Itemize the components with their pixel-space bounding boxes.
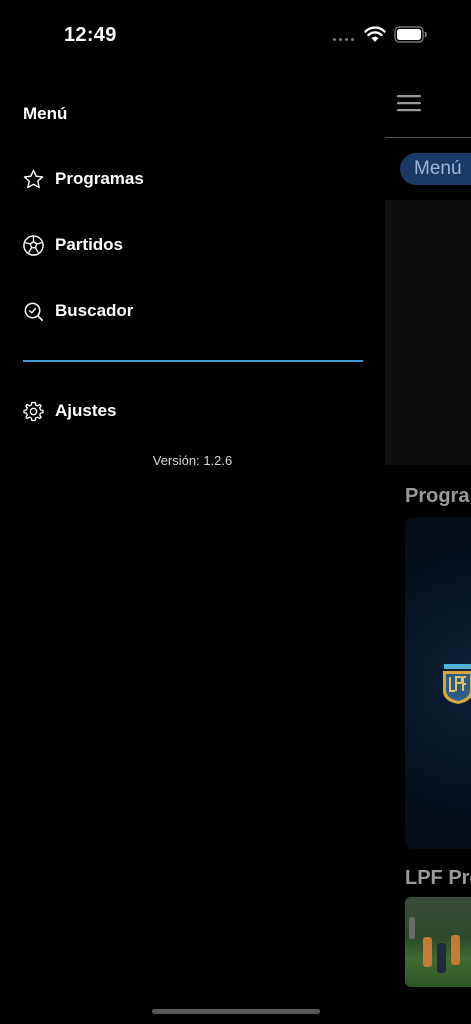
gear-icon [23,401,44,421]
menu-item-partidos[interactable]: Partidos [22,230,123,260]
home-indicator [152,1009,320,1014]
soccer-ball-icon [23,234,44,256]
menu-chip[interactable]: Menú [400,153,471,185]
status-bar: 12:49 [0,0,471,70]
player-figure [423,937,432,967]
status-time: 12:49 [64,24,117,46]
side-drawer: Menú Programas Partidos Buscador Ajustes… [0,70,385,1024]
hero-banner[interactable] [385,200,471,465]
main-content: Menú Progra LPF Pro [385,70,471,1024]
menu-item-label: Buscador [55,301,134,320]
search-icon [24,302,43,321]
hamburger-menu-icon[interactable] [397,94,421,112]
menu-item-label: Partidos [55,235,124,254]
player-figure [451,935,460,965]
app-version: Versión: 1.2.6 [152,453,233,468]
lpf-logo-icon [443,664,471,704]
menu-item-programas[interactable]: Programas [22,164,144,194]
drawer-divider [23,360,363,362]
video-thumbnail[interactable] [405,897,471,987]
section-title-lpf: LPF Pro [405,867,471,889]
wifi-icon [364,26,386,42]
program-card[interactable] [405,517,471,849]
menu-item-ajustes[interactable]: Ajustes [22,396,116,426]
menu-item-label: Ajustes [55,401,117,420]
section-title-programas: Progra [405,485,470,507]
cellular-signal-icon [333,38,354,41]
menu-item-buscador[interactable]: Buscador [22,296,133,326]
menu-item-label: Programas [55,169,144,188]
player-figure [409,917,415,939]
drawer-title: Menú [23,104,68,123]
battery-icon [394,26,427,43]
header-divider [385,137,471,138]
star-icon [23,169,44,188]
player-figure [437,943,446,973]
